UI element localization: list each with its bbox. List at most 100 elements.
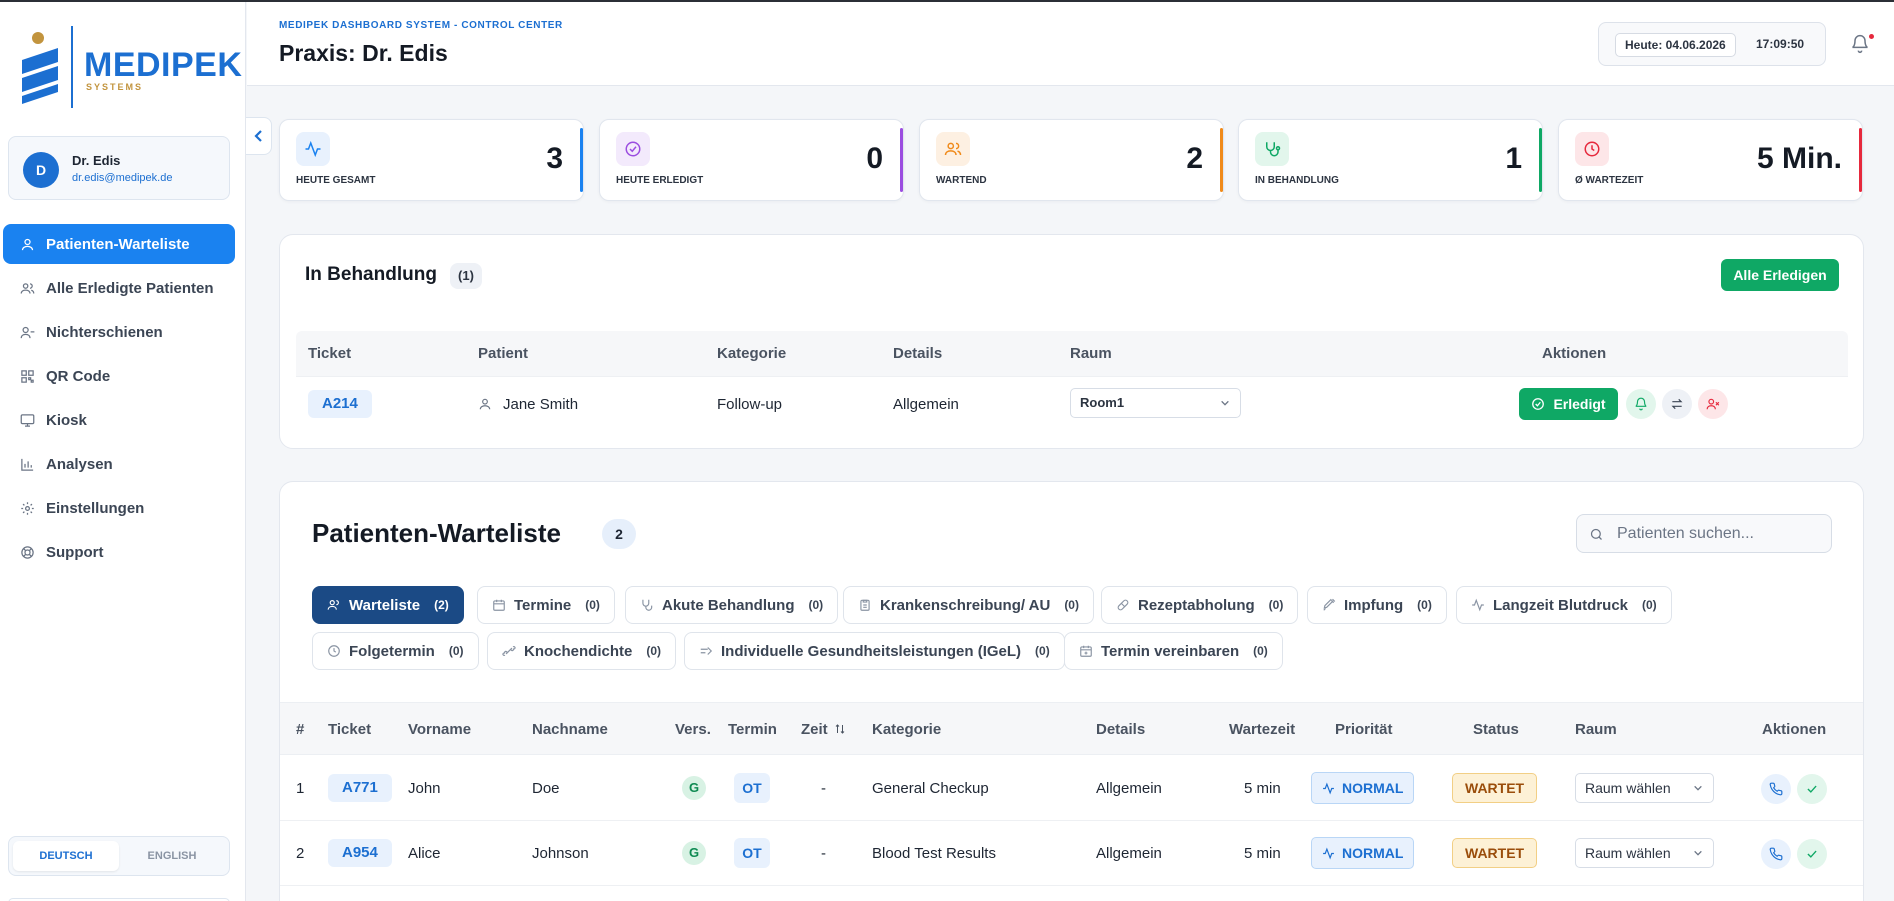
check-circle-icon	[1532, 398, 1545, 410]
alle-erledigen-button[interactable]: Alle Erledigen	[1721, 259, 1839, 291]
table-row[interactable]: 2 A954 Alice Johnson G OT - Blood Test R…	[280, 821, 1863, 886]
sidebar-item-support[interactable]: Support	[3, 532, 235, 572]
bar-chart-icon	[19, 456, 35, 472]
recall-button[interactable]	[1626, 389, 1656, 419]
filter-krankenschreibung[interactable]: Krankenschreibung/ AU (0)	[843, 586, 1094, 624]
last-name: Doe	[532, 780, 560, 797]
sidebar-collapse-button[interactable]	[246, 117, 272, 155]
qr-code-icon	[19, 368, 35, 384]
room-select[interactable]: Room1	[1070, 388, 1241, 418]
patient-name: Jane Smith	[503, 396, 579, 413]
filter-label: Akute Behandlung	[662, 596, 795, 614]
activity-icon	[296, 132, 330, 166]
sidebar-nav: Patienten-Warteliste Alle Erledigte Pati…	[3, 224, 235, 576]
user-name: Dr. Edis	[72, 153, 121, 168]
stethoscope-icon	[640, 598, 654, 612]
room-select[interactable]: Raum wählen	[1575, 773, 1714, 803]
stat-label: IN BEHANDLUNG	[1255, 175, 1339, 186]
treatment-table: Ticket Patient Kategorie Details Raum Ak…	[296, 331, 1848, 431]
status-badge: WARTET	[1452, 773, 1538, 803]
table-row[interactable]: 1 A771 John Doe G OT - General Checkup A…	[280, 756, 1863, 821]
check-button[interactable]	[1797, 774, 1827, 804]
filter-count: (0)	[808, 598, 824, 612]
filter-label: Knochendichte	[524, 642, 633, 660]
ticket-badge[interactable]: A954	[328, 839, 392, 867]
col-vorname: Vorname	[408, 721, 472, 738]
col-nachname: Nachname	[532, 721, 608, 738]
clipboard-icon	[858, 598, 872, 612]
stat-label: HEUTE ERLEDIGT	[616, 175, 704, 186]
user-card[interactable]: D Dr. Edis dr.edis@medipek.de	[8, 136, 230, 200]
filter-langzeit-blutdruck[interactable]: Langzeit Blutdruck (0)	[1456, 586, 1672, 624]
header: MEDIPEK DASHBOARD SYSTEM - CONTROL CENTE…	[247, 2, 1894, 86]
filter-termin-vereinbaren[interactable]: Termin vereinbaren (0)	[1064, 632, 1283, 670]
chevron-down-icon	[1694, 785, 1702, 791]
search-input[interactable]	[1617, 515, 1817, 552]
call-button[interactable]	[1761, 839, 1791, 869]
brand-logo[interactable]: MEDIPEK SYSTEMS	[18, 26, 242, 112]
transfer-button[interactable]	[1662, 389, 1692, 419]
call-button[interactable]	[1761, 774, 1791, 804]
sidebar: MEDIPEK SYSTEMS D Dr. Edis dr.edis@medip…	[0, 2, 246, 901]
sidebar-item-nichterschienen[interactable]: Nichterschienen	[3, 312, 235, 352]
system-title: MEDIPEK DASHBOARD SYSTEM - CONTROL CENTE…	[279, 20, 563, 31]
sidebar-item-label: Alle Erledigte Patienten	[46, 279, 214, 297]
sidebar-item-einstellungen[interactable]: Einstellungen	[3, 488, 235, 528]
phone-call-icon	[1769, 847, 1783, 861]
erledigt-label: Erledigt	[1553, 396, 1606, 412]
sidebar-item-kiosk[interactable]: Kiosk	[3, 400, 235, 440]
col-kategorie: Kategorie	[872, 721, 942, 738]
chevron-down-icon	[1694, 850, 1702, 856]
check-button[interactable]	[1797, 839, 1827, 869]
col-status: Status	[1473, 721, 1519, 738]
ticket-badge[interactable]: A214	[308, 390, 372, 418]
col-aktionen: Aktionen	[1762, 721, 1827, 738]
filter-count: (0)	[646, 644, 662, 658]
col-raum: Raum	[1070, 345, 1112, 362]
erledigt-button[interactable]: Erledigt	[1519, 388, 1618, 420]
sort-icon	[835, 724, 845, 734]
filter-rezeptabholung[interactable]: Rezeptabholung (0)	[1101, 586, 1299, 624]
stethoscope-icon	[1255, 132, 1289, 166]
sidebar-item-erledigte[interactable]: Alle Erledigte Patienten	[3, 268, 235, 308]
filter-igel[interactable]: Individuelle Gesundheitsleistungen (IGeL…	[684, 632, 1065, 670]
filter-folgetermin[interactable]: Folgetermin (0)	[312, 632, 479, 670]
col-vers: Vers.	[675, 721, 711, 738]
filter-impfung[interactable]: Impfung (0)	[1307, 586, 1447, 624]
sidebar-item-qr-code[interactable]: QR Code	[3, 356, 235, 396]
row-number: 2	[296, 845, 305, 862]
col-prioritaet: Priorität	[1335, 721, 1393, 738]
col-zeit-sort[interactable]: Zeit	[801, 721, 846, 738]
avatar: D	[23, 152, 59, 188]
lang-deutsch-button[interactable]: DEUTSCH	[13, 841, 119, 871]
filter-termine[interactable]: Termine (0)	[477, 586, 615, 624]
no-show-button[interactable]	[1698, 389, 1728, 419]
priority-badge: NORMAL	[1311, 837, 1415, 869]
sidebar-item-label: Kiosk	[46, 411, 87, 429]
bell-icon[interactable]	[1850, 34, 1870, 54]
sidebar-item-label: Einstellungen	[46, 499, 145, 517]
sidebar-item-analysen[interactable]: Analysen	[3, 444, 235, 484]
room-select-value: Raum wählen	[1585, 780, 1671, 796]
stat-accent-bar	[900, 128, 903, 192]
sidebar-item-patienten-warteliste[interactable]: Patienten-Warteliste	[3, 224, 235, 264]
lang-english-button[interactable]: ENGLISH	[119, 841, 225, 871]
users-icon	[19, 280, 35, 296]
users-icon	[936, 132, 970, 166]
stat-heute-gesamt: HEUTE GESAMT 3	[279, 119, 584, 201]
col-details: Details	[893, 345, 943, 362]
filter-label: Rezeptabholung	[1138, 596, 1255, 614]
category-cell: Blood Test Results	[872, 845, 996, 862]
logo-divider	[71, 26, 73, 108]
stat-wartend: WARTEND 2	[919, 119, 1224, 201]
filter-label: Krankenschreibung/ AU	[880, 596, 1051, 614]
sidebar-item-label: Nichterschienen	[46, 323, 163, 341]
filter-akute-behandlung[interactable]: Akute Behandlung (0)	[625, 586, 839, 624]
filter-warteliste[interactable]: Warteliste (2)	[312, 586, 464, 624]
ticket-badge[interactable]: A771	[328, 774, 392, 802]
time-cell: -	[821, 780, 826, 797]
priority-badge: NORMAL	[1311, 772, 1415, 804]
filter-knochendichte[interactable]: Knochendichte (0)	[487, 632, 677, 670]
room-select[interactable]: Raum wählen	[1575, 838, 1714, 868]
stat-label: Ø WARTEZEIT	[1575, 175, 1644, 186]
